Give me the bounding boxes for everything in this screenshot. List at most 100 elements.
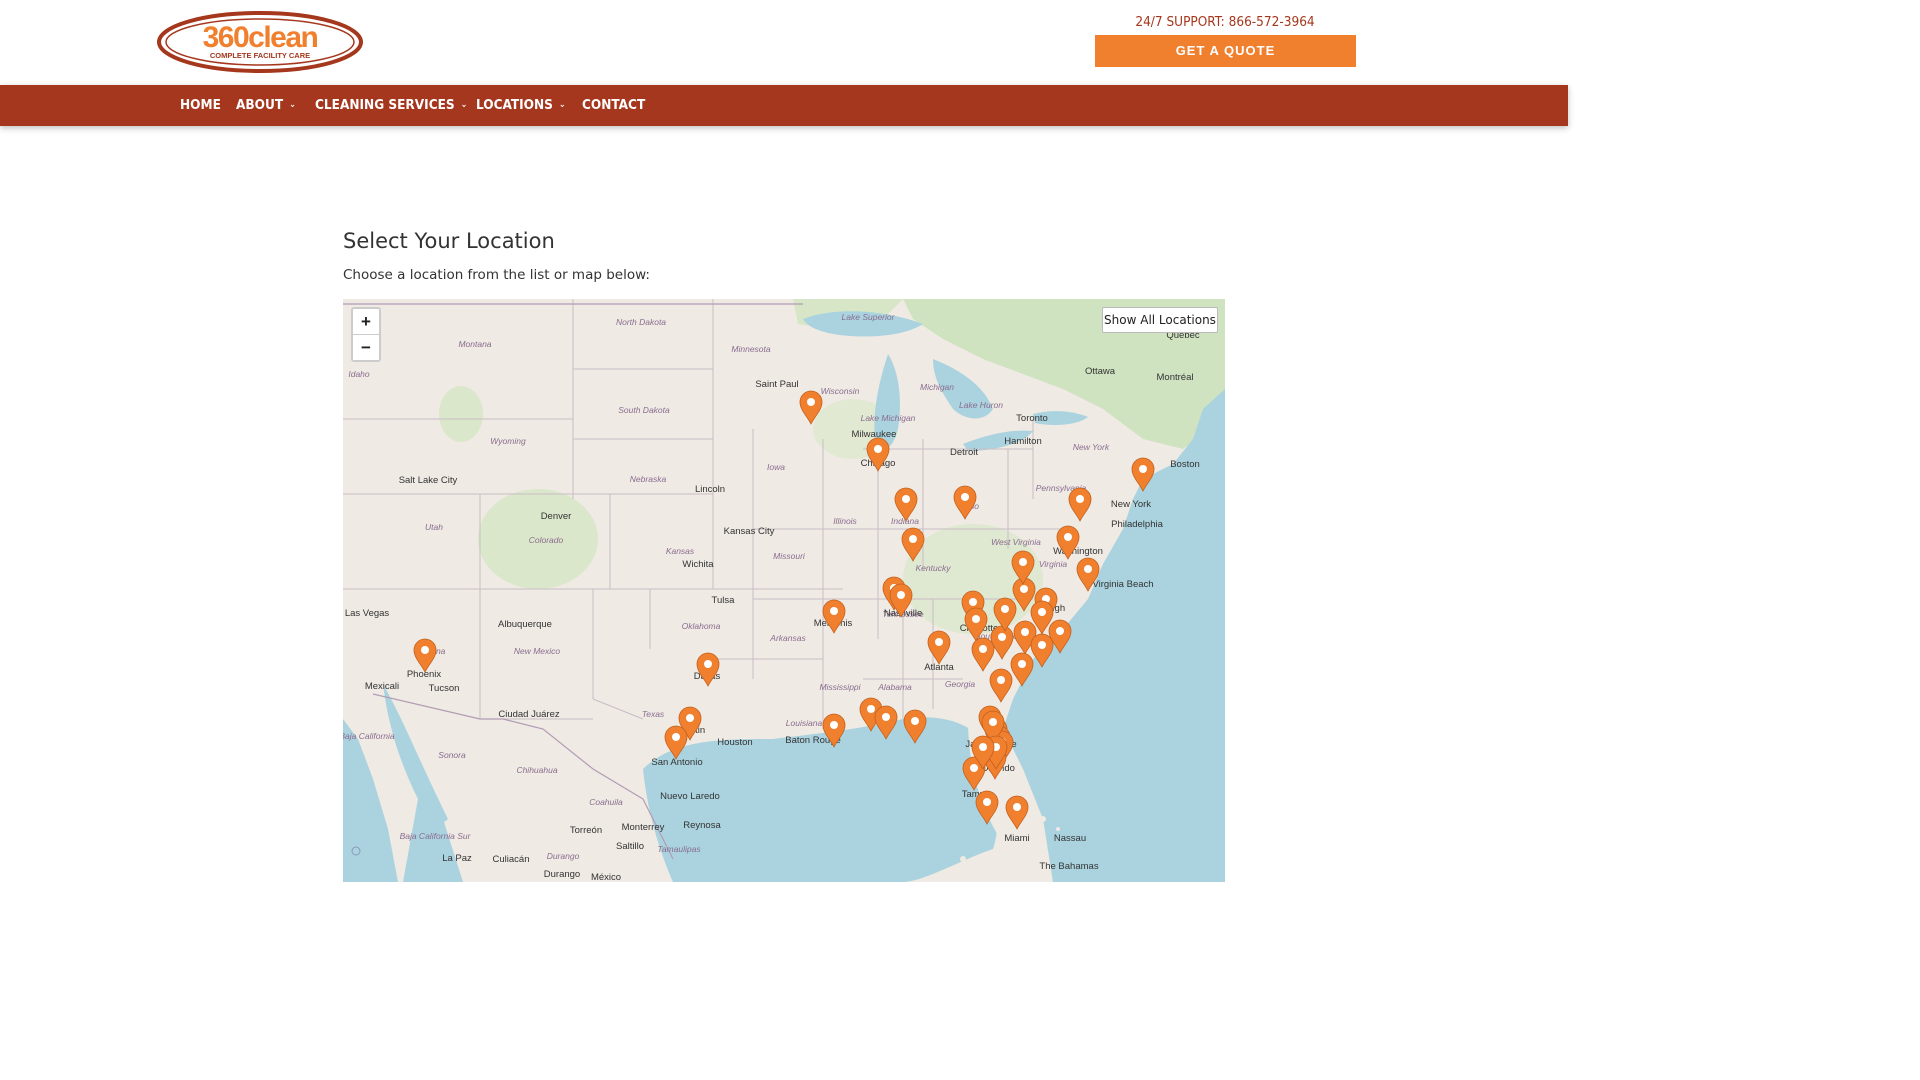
map-region-label: Montana: [458, 339, 491, 349]
map-region-label: Chihuahua: [516, 765, 557, 775]
map-region-label: Wyoming: [490, 436, 526, 446]
map-region-label: New York: [1073, 442, 1110, 452]
map-city-label: Saltillo: [616, 841, 644, 852]
map-region-label: Lake Michigan: [861, 413, 916, 423]
cuba-coast: [960, 856, 966, 862]
map-region-label: West Virginia: [991, 537, 1041, 547]
map-city-label: Montréal: [1157, 372, 1194, 383]
map-city-label: Durango: [544, 869, 580, 880]
map-city-label: Wichita: [682, 559, 714, 570]
map-city-label: Mexicali: [365, 681, 399, 692]
map-region-label: Tamaulipas: [657, 844, 701, 854]
map-city-label: Philadelphia: [1111, 519, 1163, 530]
page-title: Select Your Location: [343, 229, 555, 253]
map-city-label: Nassau: [1054, 833, 1086, 844]
map-region-label: Louisiana: [786, 718, 823, 728]
map-region-label: Sonora: [438, 750, 466, 760]
nav-about[interactable]: ABOUT ⌄: [236, 85, 296, 126]
map-city-label: México: [591, 872, 621, 882]
nav-cleaning-services-label: CLEANING SERVICES: [315, 97, 455, 113]
map-region-label: Alabama: [877, 682, 912, 692]
map-region-label: New Mexico: [514, 646, 561, 656]
zoom-control: + −: [351, 307, 381, 362]
map-city-label: Houston: [717, 737, 752, 748]
map-city-label: La Paz: [442, 853, 472, 864]
map-region-label: Kentucky: [916, 563, 952, 573]
map-city-label: Toronto: [1016, 413, 1048, 424]
nav-contact[interactable]: CONTACT: [582, 85, 645, 126]
map-city-label: Saint Paul: [755, 379, 798, 390]
map-region-label: Virginia: [1039, 559, 1067, 569]
map-city-label: The Bahamas: [1039, 861, 1098, 872]
map-city-label: Boston: [1170, 459, 1200, 470]
map-region-label: South Dakota: [618, 405, 670, 415]
map-city-label: Culiacán: [493, 854, 530, 865]
top-header: 360clean COMPLETE FACILITY CARE 24/7 SUP…: [0, 0, 1568, 85]
map-region-label: Arkansas: [769, 633, 806, 643]
map-city-label: Ciudad Juárez: [498, 709, 560, 720]
map-city-label: Hamilton: [1004, 436, 1042, 447]
map-city-label: Miami: [1004, 833, 1029, 844]
map-region-label: Oklahoma: [682, 621, 721, 631]
chevron-down-icon: ⌄: [289, 100, 296, 110]
map-city-label: Nuevo Laredo: [660, 791, 720, 802]
map-canvas[interactable]: North Dakota Minnesota Montana Idaho South D…: [343, 299, 1225, 882]
map-city-label: New York: [1111, 499, 1151, 510]
map-city-label: Virginia Beach: [1092, 579, 1153, 590]
map-city-label: Reynosa: [683, 820, 721, 831]
get-a-quote-button[interactable]: GET A QUOTE: [1095, 35, 1356, 67]
map-region-label: Kansas: [666, 546, 695, 556]
nav-home[interactable]: HOME: [180, 85, 221, 126]
zoom-in-button[interactable]: +: [353, 309, 379, 335]
nav-cleaning-services[interactable]: CLEANING SERVICES ⌄: [315, 85, 467, 126]
show-all-locations-button[interactable]: Show All Locations: [1102, 307, 1218, 333]
nav-home-label: HOME: [180, 97, 221, 113]
map-region-label: Michigan: [920, 382, 954, 392]
map-region-label: North Dakota: [616, 317, 666, 327]
map-city-label: Kansas City: [724, 526, 775, 537]
map-city-label: San Antonio: [651, 757, 702, 768]
map-region-label: Lake Huron: [959, 400, 1003, 410]
bahamas-island: [1056, 827, 1060, 831]
nav-locations-label: LOCATIONS: [476, 97, 553, 113]
zoom-out-button[interactable]: −: [353, 335, 379, 360]
map-region-label: Texas: [642, 709, 665, 719]
map-city-label: Albuquerque: [498, 619, 552, 630]
map-city-label: Detroit: [950, 447, 978, 458]
map-region-label: Missouri: [773, 551, 806, 561]
bahamas-island: [1040, 816, 1046, 822]
map-region-label: Minnesota: [731, 344, 770, 354]
map-region-label: Wisconsin: [821, 386, 860, 396]
page-subtitle: Choose a location from the list or map b…: [343, 267, 650, 283]
map-region-label: Lake Superior: [842, 312, 896, 322]
map-region-label: Utah: [425, 522, 443, 532]
map-region-label: Iowa: [767, 462, 785, 472]
map-region-label: Coahuila: [589, 797, 623, 807]
map-city-label: Las Vegas: [345, 608, 390, 619]
map-city-label: Lincoln: [695, 484, 725, 495]
map-region-label: Durango: [547, 851, 580, 861]
support-phone[interactable]: 24/7 SUPPORT: 866-572-3964: [1095, 14, 1355, 30]
map-city-label: Denver: [541, 511, 572, 522]
map-city-label: Salt Lake City: [399, 475, 458, 486]
map-region-label: Idaho: [348, 369, 370, 379]
map-city-label: Torreón: [570, 825, 602, 836]
nav-contact-label: CONTACT: [582, 97, 646, 113]
map-forest-wyoming: [439, 386, 483, 442]
company-logo[interactable]: 360clean COMPLETE FACILITY CARE: [157, 11, 363, 73]
map-region-label: Nebraska: [630, 474, 667, 484]
nav-locations[interactable]: LOCATIONS ⌄: [476, 85, 566, 126]
map-city-label: Tucson: [429, 683, 460, 694]
locations-map[interactable]: North Dakota Minnesota Montana Idaho South D…: [343, 299, 1225, 882]
map-city-label: Monterrey: [622, 822, 665, 833]
chevron-down-icon: ⌄: [460, 100, 468, 110]
svg-text:COMPLETE FACILITY CARE: COMPLETE FACILITY CARE: [210, 51, 310, 60]
main-navigation: HOME ABOUT ⌄ CLEANING SERVICES ⌄ LOCATIONS…: [0, 85, 1568, 126]
map-region-label: Baja California Sur: [400, 831, 472, 841]
chevron-down-icon: ⌄: [558, 100, 566, 110]
map-city-label: Tulsa: [712, 595, 736, 606]
map-region-label: Georgia: [945, 679, 976, 689]
nav-about-label: ABOUT: [236, 97, 284, 113]
map-region-label: Illinois: [833, 516, 857, 526]
map-region-label: Colorado: [529, 535, 564, 545]
